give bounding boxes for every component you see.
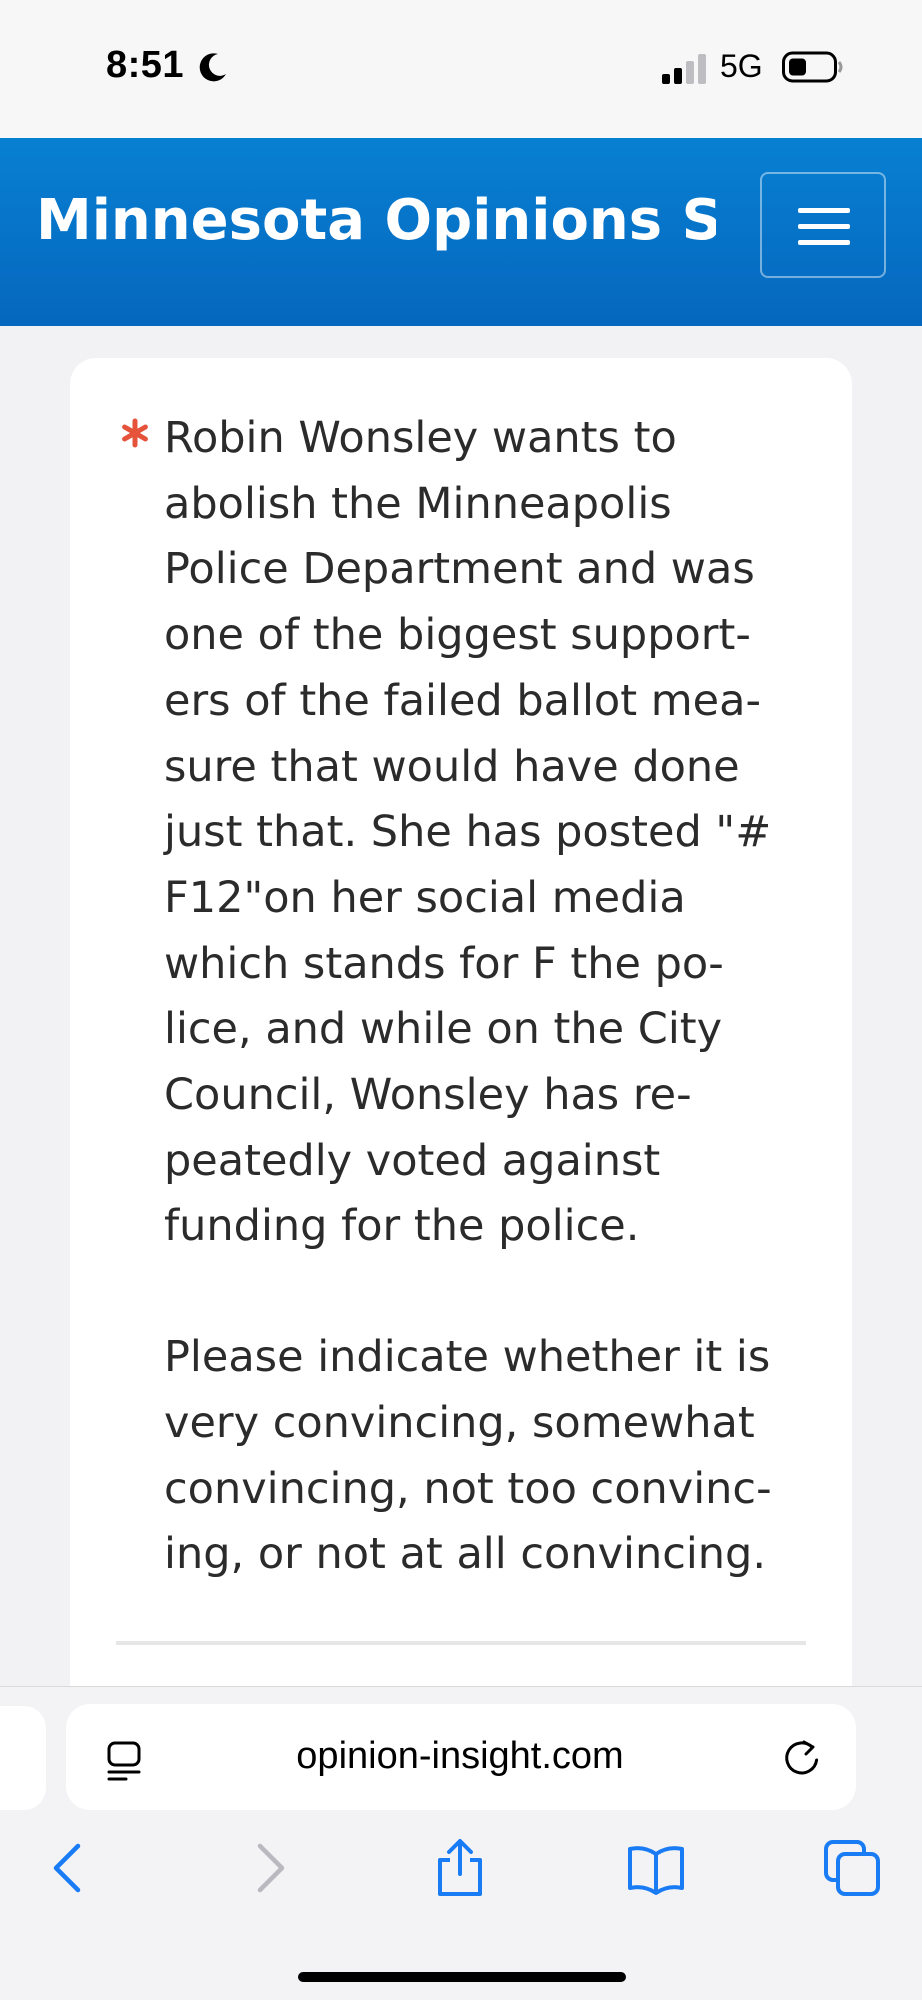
signal-icon bbox=[662, 54, 706, 84]
network-type: 5G bbox=[720, 48, 763, 84]
battery-icon bbox=[782, 51, 843, 83]
page-menu-icon[interactable] bbox=[106, 1740, 142, 1782]
back-button[interactable] bbox=[40, 1838, 100, 1898]
moon-icon bbox=[199, 53, 226, 82]
url-text[interactable]: opinion-insight.com bbox=[200, 1735, 720, 1778]
question-paragraph: Robin Wonsley wants to abolish the Minne… bbox=[164, 413, 772, 1252]
share-icon[interactable] bbox=[430, 1838, 490, 1898]
reload-icon[interactable] bbox=[782, 1738, 822, 1778]
forward-button[interactable] bbox=[238, 1838, 298, 1898]
question-text: Robin Wonsley wants to abolish the Minne… bbox=[164, 406, 776, 1588]
question-instruction: Please indicate whether it is very convi… bbox=[164, 1332, 772, 1580]
home-indicator[interactable] bbox=[298, 1972, 626, 1982]
status-time: 8:51 bbox=[106, 44, 185, 86]
required-asterisk-icon bbox=[122, 418, 148, 448]
bookmarks-icon[interactable] bbox=[626, 1838, 686, 1898]
tabs-icon[interactable] bbox=[822, 1838, 882, 1898]
menu-toggle-button[interactable] bbox=[760, 172, 886, 278]
card-divider bbox=[116, 1641, 806, 1645]
site-header: Minnesota Opinions S... bbox=[0, 138, 922, 326]
site-title[interactable]: Minnesota Opinions S... bbox=[36, 188, 716, 253]
previous-tab-preview[interactable] bbox=[0, 1706, 46, 1810]
